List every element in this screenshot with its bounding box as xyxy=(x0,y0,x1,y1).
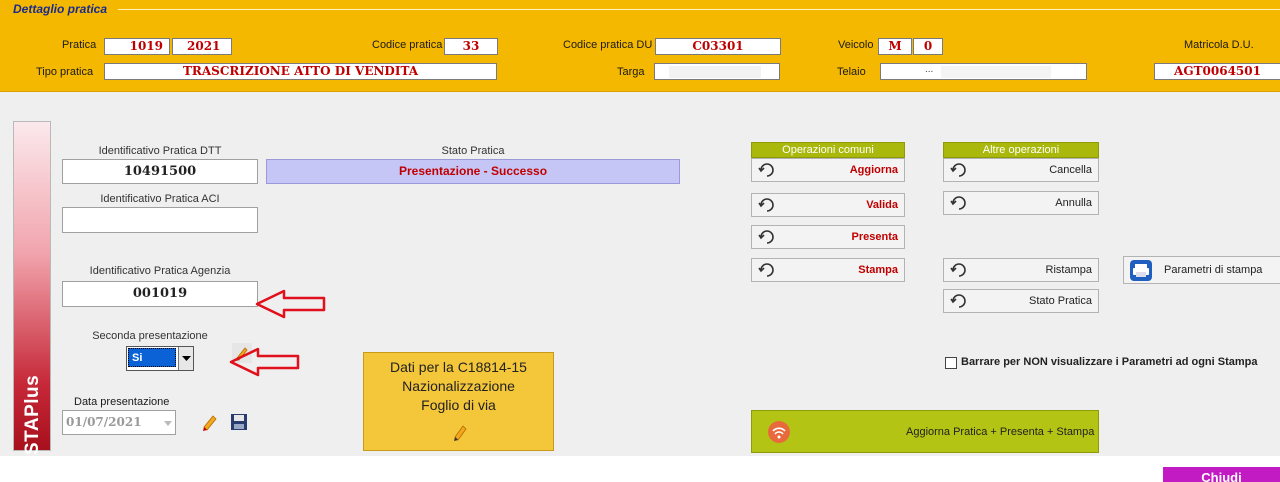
no-parametri-checkbox-label: Barrare per NON visualizzare i Parametri… xyxy=(961,356,1258,368)
parametri-stampa-label: Parametri di stampa xyxy=(1164,264,1263,276)
stampa-label: Stampa xyxy=(858,264,898,276)
targa-field[interactable] xyxy=(654,63,780,80)
aggiorna-presenta-stampa-label: Aggiorna Pratica + Presenta + Stampa xyxy=(906,426,1095,438)
reload-icon xyxy=(758,163,774,177)
seconda-presentazione-select[interactable]: Si xyxy=(126,346,194,371)
toolbar-band xyxy=(0,92,1280,118)
data-presentazione-field[interactable]: 01/07/2021 xyxy=(62,410,176,435)
matricola-field[interactable]: AGT0064501 xyxy=(1154,63,1280,80)
tipo-pratica-field[interactable]: TRASCRIZIONE ATTO DI VENDITA xyxy=(104,63,497,80)
header-divider xyxy=(118,9,1280,10)
parametri-stampa-button[interactable]: Parametri di stampa xyxy=(1123,256,1280,284)
targa-label: Targa xyxy=(617,66,645,78)
id-dtt-label: Identificativo Pratica DTT xyxy=(98,145,222,157)
veicolo-number-field[interactable]: 0 xyxy=(913,38,943,55)
presenta-label: Presenta xyxy=(851,231,898,243)
dropdown-arrow-icon[interactable] xyxy=(178,347,193,370)
matricola-label: Matricola D.U. xyxy=(1184,39,1254,51)
save-icon[interactable] xyxy=(230,413,248,431)
id-aci-field[interactable] xyxy=(62,207,258,233)
reload-icon xyxy=(950,263,966,277)
stato-pratica-field: Presentazione - Successo xyxy=(266,159,680,184)
pencil-icon[interactable] xyxy=(200,412,220,432)
wifi-icon xyxy=(768,421,790,443)
reload-icon xyxy=(950,294,966,308)
seconda-presentazione-value: Si xyxy=(128,348,176,367)
aggiorna-button[interactable]: Aggiorna xyxy=(751,158,905,182)
pencil-icon xyxy=(454,425,467,441)
aggiorna-label: Aggiorna xyxy=(849,164,898,176)
chiudi-button[interactable]: Chiudi xyxy=(1163,467,1280,482)
date-dropdown-icon[interactable] xyxy=(163,417,173,429)
aggiorna-presenta-stampa-button[interactable]: Aggiorna Pratica + Presenta + Stampa xyxy=(751,410,1099,453)
telaio-partial: ... xyxy=(925,64,934,75)
stato-pratica-label: Stato Pratica xyxy=(441,145,505,157)
info-button-line3: Foglio di via xyxy=(421,397,496,413)
id-aci-label: Identificativo Pratica ACI xyxy=(100,193,220,205)
annulla-button[interactable]: Annulla xyxy=(943,191,1099,215)
annulla-label: Annulla xyxy=(1055,197,1092,209)
valida-button[interactable]: Valida xyxy=(751,193,905,217)
id-agenzia-label: Identificativo Pratica Agenzia xyxy=(89,265,231,277)
presenta-button[interactable]: Presenta xyxy=(751,225,905,249)
altre-operazioni-header: Altre operazioni xyxy=(943,142,1099,158)
cancella-label: Cancella xyxy=(1049,164,1092,176)
codice-pratica-field[interactable]: 33 xyxy=(444,38,498,55)
reload-icon xyxy=(758,230,774,244)
reload-icon xyxy=(950,196,966,210)
id-dtt-field[interactable]: 10491500 xyxy=(62,159,258,184)
info-button-line2: Nazionalizzazione xyxy=(402,378,515,394)
stato-pratica-button[interactable]: Stato Pratica xyxy=(943,289,1099,313)
veicolo-type-field[interactable]: M xyxy=(878,38,912,55)
printer-icon xyxy=(1130,260,1152,281)
info-button-line1: Dati per la C18814-15 xyxy=(390,359,527,375)
codice-du-field[interactable]: C03301 xyxy=(655,38,781,55)
operazioni-comuni-header: Operazioni comuni xyxy=(751,142,905,158)
seconda-presentazione-label: Seconda presentazione xyxy=(92,330,208,342)
data-presentazione-label: Data presentazione xyxy=(74,396,170,408)
reload-icon xyxy=(758,263,774,277)
annotation-arrow-icon xyxy=(229,347,300,377)
header-title: Dettaglio pratica xyxy=(13,2,108,16)
codice-du-label: Codice pratica DU xyxy=(563,39,653,51)
staplus-sidebar: STAPlus xyxy=(13,121,51,455)
tipo-pratica-label: Tipo pratica xyxy=(36,66,94,78)
reload-icon xyxy=(758,198,774,212)
footer-area xyxy=(0,456,1280,482)
stampa-button[interactable]: Stampa xyxy=(751,258,905,282)
annotation-arrow-icon xyxy=(255,289,326,319)
stato-pratica-button-label: Stato Pratica xyxy=(1029,295,1092,307)
data-presentazione-value: 01/07/2021 xyxy=(66,415,142,429)
codice-pratica-label: Codice pratica xyxy=(372,39,443,51)
chiudi-label: Chiudi xyxy=(1201,470,1242,482)
pratica-number-field[interactable]: 1019 xyxy=(104,38,170,55)
id-agenzia-field[interactable]: 001019 xyxy=(62,281,258,307)
ristampa-label: Ristampa xyxy=(1045,264,1092,276)
pratica-year-field[interactable]: 2021 xyxy=(172,38,232,55)
pratica-label: Pratica xyxy=(62,39,97,51)
valida-label: Valida xyxy=(866,199,898,211)
dati-nazionalizzazione-button[interactable]: Dati per la C18814-15 Nazionalizzazione … xyxy=(363,352,554,451)
ristampa-button[interactable]: Ristampa xyxy=(943,258,1099,282)
no-parametri-checkbox[interactable] xyxy=(945,357,957,369)
telaio-label: Telaio xyxy=(837,66,866,78)
telaio-field[interactable]: ... xyxy=(880,63,1087,80)
cancella-button[interactable]: Cancella xyxy=(943,158,1099,182)
veicolo-label: Veicolo xyxy=(838,39,874,51)
header-panel: Dettaglio pratica Pratica 1019 2021 Codi… xyxy=(0,0,1280,92)
staplus-logo-text: STAPlus xyxy=(22,374,43,455)
reload-icon xyxy=(950,163,966,177)
